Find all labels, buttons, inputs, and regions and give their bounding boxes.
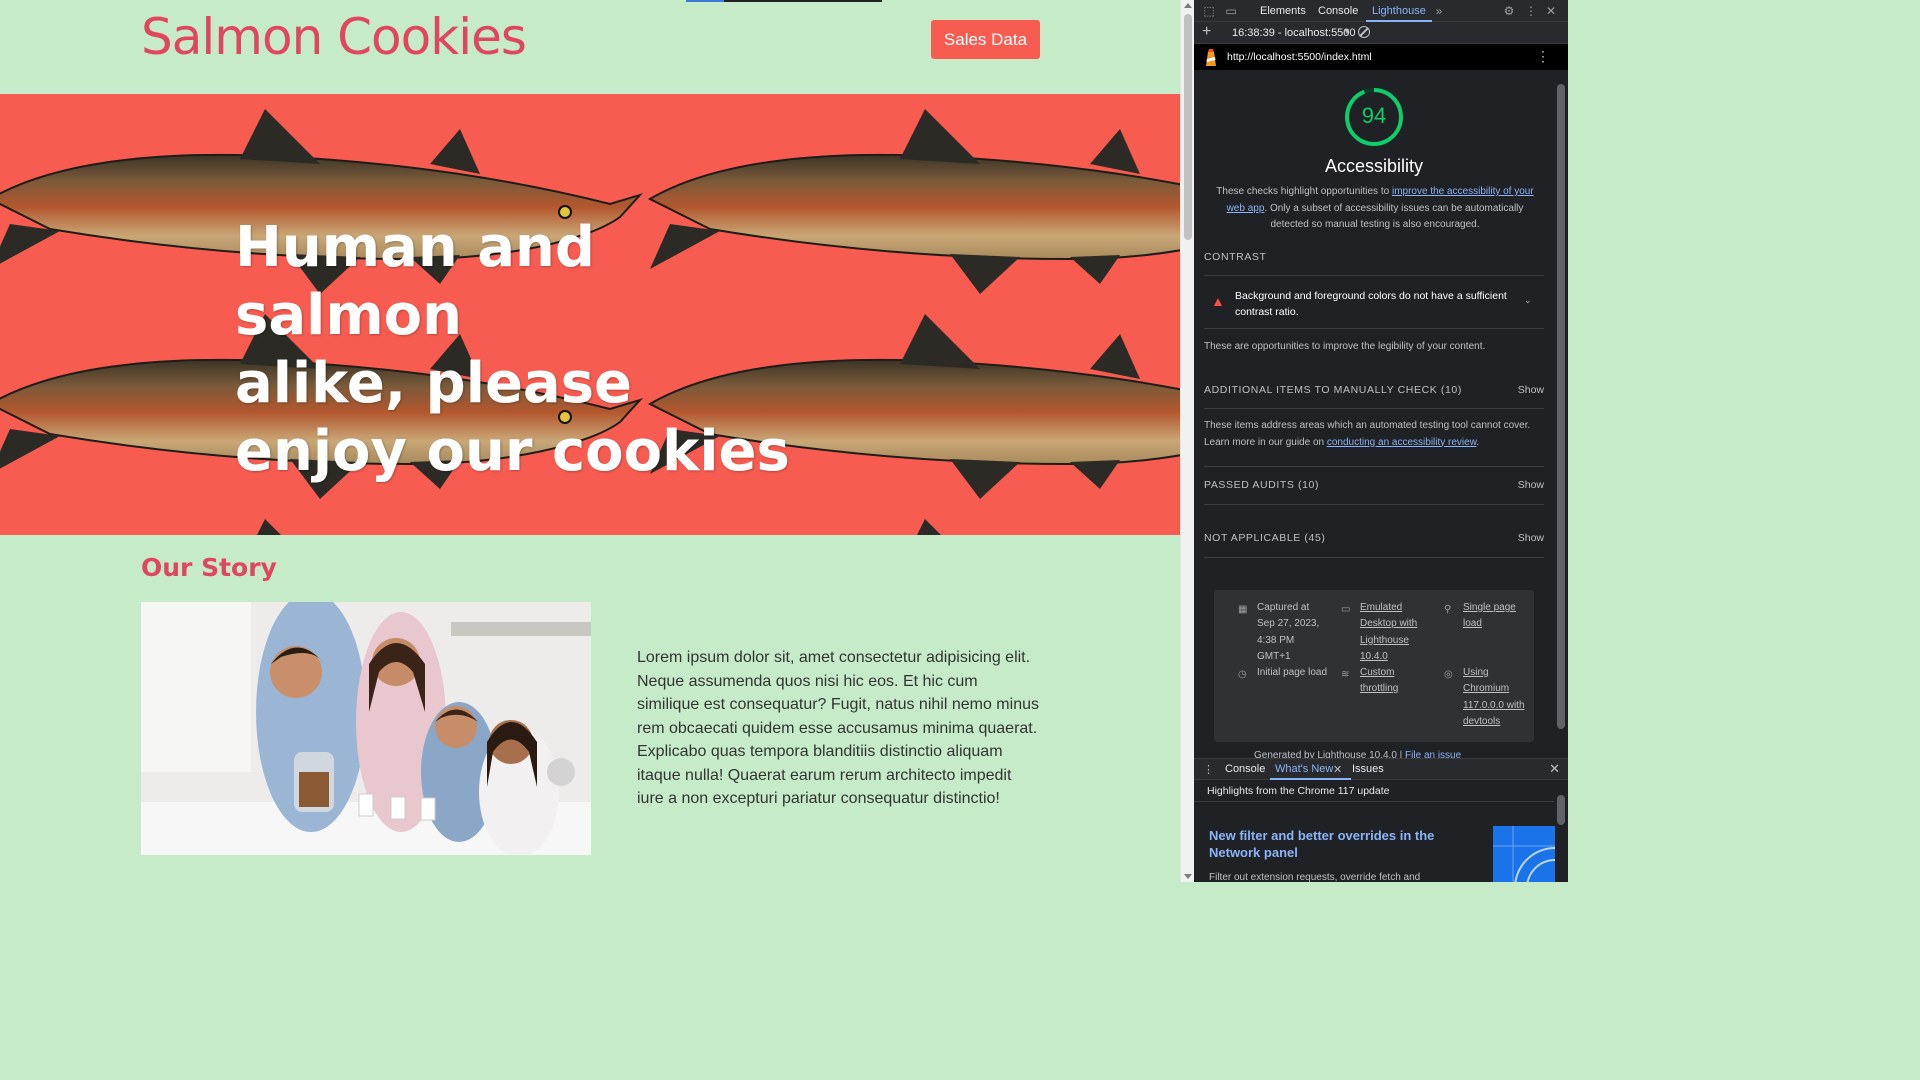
group-manual-check[interactable]: ADDITIONAL ITEMS TO MANUALLY CHECK (10) … bbox=[1204, 384, 1544, 396]
report-url: http://localhost:5500/index.html bbox=[1227, 51, 1372, 63]
page-scrollbar[interactable] bbox=[1180, 0, 1194, 882]
report-scroll-thumb[interactable] bbox=[1557, 84, 1565, 729]
drawer-tab-console[interactable]: Console bbox=[1225, 763, 1265, 775]
contrast-audit[interactable]: Background and foreground colors do not … bbox=[1235, 288, 1510, 320]
close-tab-icon[interactable]: ✕ bbox=[1333, 763, 1342, 776]
drawer-scrollbar[interactable] bbox=[1554, 781, 1568, 882]
divider bbox=[1204, 275, 1544, 276]
inspect-element-icon[interactable]: ⬚ bbox=[1202, 4, 1216, 18]
category-title: Accessibility bbox=[1324, 156, 1424, 176]
site-title: Salmon Cookies bbox=[141, 8, 527, 66]
category-description: These checks highlight opportunities to … bbox=[1212, 184, 1538, 234]
divider bbox=[1204, 328, 1544, 329]
fail-triangle-icon bbox=[1214, 298, 1222, 306]
footer-text: Generated by Lighthouse 10.4.0 | bbox=[1254, 750, 1406, 758]
divider bbox=[1204, 504, 1544, 505]
group-passed-audits[interactable]: PASSED AUDITS (10) Show bbox=[1204, 479, 1544, 491]
description-text: These checks highlight opportunities to bbox=[1216, 186, 1392, 197]
close-devtools-icon[interactable]: ✕ bbox=[1544, 4, 1558, 18]
chevron-down-icon[interactable]: ⌄ bbox=[1524, 295, 1532, 306]
description-text: . Only a subset of accessibility issues … bbox=[1264, 202, 1524, 231]
lighthouse-logo-icon bbox=[1206, 49, 1216, 66]
timer-icon: ◷ bbox=[1238, 669, 1247, 680]
group-title: NOT APPLICABLE (45) bbox=[1204, 532, 1326, 544]
network-panel-illustration bbox=[1493, 826, 1555, 882]
devtools-toolbar: ⬚ ▭ Elements Console Lighthouse » ⚙ ⋮ ✕ bbox=[1194, 0, 1568, 22]
story-title: Our Story bbox=[141, 553, 277, 582]
tab-elements[interactable]: Elements bbox=[1260, 0, 1306, 22]
close-drawer-icon[interactable]: ✕ bbox=[1549, 761, 1560, 777]
report-scrollbar[interactable] bbox=[1554, 70, 1568, 758]
lighthouse-toolbar: + 16:38:39 - localhost:5500 ▼ bbox=[1194, 22, 1568, 44]
clear-reports-icon[interactable] bbox=[1358, 26, 1370, 38]
tab-console[interactable]: Console bbox=[1318, 0, 1358, 22]
calendar-icon: ▦ bbox=[1238, 604, 1248, 615]
page-scroll-thumb[interactable] bbox=[1184, 14, 1192, 240]
sales-data-button[interactable]: Sales Data bbox=[931, 20, 1040, 59]
drawer-menu-icon[interactable]: ⋮ bbox=[1203, 763, 1214, 776]
report-footer: Generated by Lighthouse 10.4.0 | File an… bbox=[1254, 750, 1461, 758]
show-manual-button[interactable]: Show bbox=[1518, 384, 1544, 396]
hero-headline-line: Human and salmon bbox=[235, 215, 595, 348]
page-load-mode[interactable]: Single page load bbox=[1463, 600, 1528, 633]
hero-headline: Human and salmon alike, please enjoy our… bbox=[235, 214, 835, 486]
contrast-note: These are opportunities to improve the l… bbox=[1204, 341, 1486, 352]
throttling-setting[interactable]: Custom throttling bbox=[1360, 665, 1435, 698]
captured-at: Captured at Sep 27, 2023, 4:38 PM GMT+1 bbox=[1257, 602, 1320, 662]
group-not-applicable[interactable]: NOT APPLICABLE (45) Show bbox=[1204, 532, 1544, 544]
device-toolbar-icon[interactable]: ▭ bbox=[1224, 4, 1238, 18]
web-page: Salmon Cookies Sales Data Human and salm… bbox=[0, 0, 1180, 882]
divider bbox=[1204, 408, 1544, 409]
initial-load: Initial page load bbox=[1257, 667, 1328, 678]
group-contrast: CONTRAST bbox=[1204, 251, 1267, 263]
tab-lighthouse[interactable]: Lighthouse bbox=[1366, 0, 1432, 22]
scroll-up-icon[interactable] bbox=[1184, 3, 1192, 8]
drawer-tab-issues[interactable]: Issues bbox=[1352, 763, 1384, 775]
group-title: ADDITIONAL ITEMS TO MANUALLY CHECK (10) bbox=[1204, 384, 1462, 396]
settings-gear-icon[interactable]: ⚙ bbox=[1502, 4, 1516, 18]
chromium-icon: ◎ bbox=[1444, 669, 1453, 680]
show-not-applicable-button[interactable]: Show bbox=[1518, 532, 1544, 544]
report-url-bar: http://localhost:5500/index.html ⋮ bbox=[1194, 44, 1568, 70]
manual-note-text: . bbox=[1476, 436, 1480, 448]
scroll-down-icon[interactable] bbox=[1184, 874, 1192, 879]
browser-version[interactable]: Using Chromium 117.0.0.0 with devtools bbox=[1463, 665, 1528, 730]
runtime-settings: ▦ Captured at Sep 27, 2023, 4:38 PM GMT+… bbox=[1214, 590, 1534, 742]
single-page-icon: ⚲ bbox=[1444, 604, 1452, 615]
hero-headline-line: alike, please bbox=[235, 351, 633, 416]
group-title: PASSED AUDITS (10) bbox=[1204, 479, 1320, 491]
family-photo bbox=[141, 602, 591, 855]
file-issue-link[interactable]: File an issue bbox=[1405, 750, 1461, 758]
more-tabs-icon[interactable]: » bbox=[1432, 4, 1446, 18]
chevron-down-icon[interactable]: ▼ bbox=[1343, 27, 1351, 36]
drawer-tabbar: ⋮ Console What's New ✕ Issues ✕ bbox=[1194, 758, 1568, 780]
hero-headline-line: enjoy our cookies bbox=[235, 419, 790, 484]
divider bbox=[1204, 557, 1544, 558]
story-text: Lorem ipsum dolor sit, amet consectetur … bbox=[637, 649, 1039, 807]
report-session-select[interactable]: 16:38:39 - localhost:5500 bbox=[1232, 27, 1356, 39]
show-passed-button[interactable]: Show bbox=[1518, 479, 1544, 491]
divider bbox=[1204, 466, 1544, 467]
emulated-device[interactable]: Emulated Desktop with Lighthouse 10.4.0 bbox=[1360, 600, 1435, 665]
whats-new-subtitle: Highlights from the Chrome 117 update bbox=[1207, 785, 1390, 797]
whats-new-headline[interactable]: New filter and better overrides in the N… bbox=[1209, 827, 1479, 861]
score-value: 94 bbox=[1361, 103, 1387, 128]
drawer-tab-whats-new[interactable]: What's New bbox=[1269, 763, 1352, 780]
whats-new-body: Filter out extension requests, override … bbox=[1209, 872, 1421, 882]
manual-note: These items address areas which an autom… bbox=[1204, 418, 1544, 451]
desktop-icon: ▭ bbox=[1341, 604, 1351, 615]
wifi-icon: ≋ bbox=[1341, 669, 1350, 680]
hero-banner: Human and salmon alike, please enjoy our… bbox=[0, 94, 1180, 535]
page-top-rule-accent bbox=[686, 0, 724, 2]
new-report-icon[interactable]: + bbox=[1202, 23, 1211, 41]
report-menu-icon[interactable]: ⋮ bbox=[1536, 48, 1550, 65]
lighthouse-report: 94 Accessibility These checks highlight … bbox=[1194, 70, 1554, 758]
divider bbox=[1194, 801, 1554, 802]
more-options-icon[interactable]: ⋮ bbox=[1524, 4, 1538, 18]
drawer-scroll-thumb[interactable] bbox=[1557, 795, 1565, 825]
devtools-panel: ⬚ ▭ Elements Console Lighthouse » ⚙ ⋮ ✕ … bbox=[1194, 0, 1568, 882]
accessibility-review-link[interactable]: conducting an accessibility review bbox=[1327, 437, 1477, 448]
